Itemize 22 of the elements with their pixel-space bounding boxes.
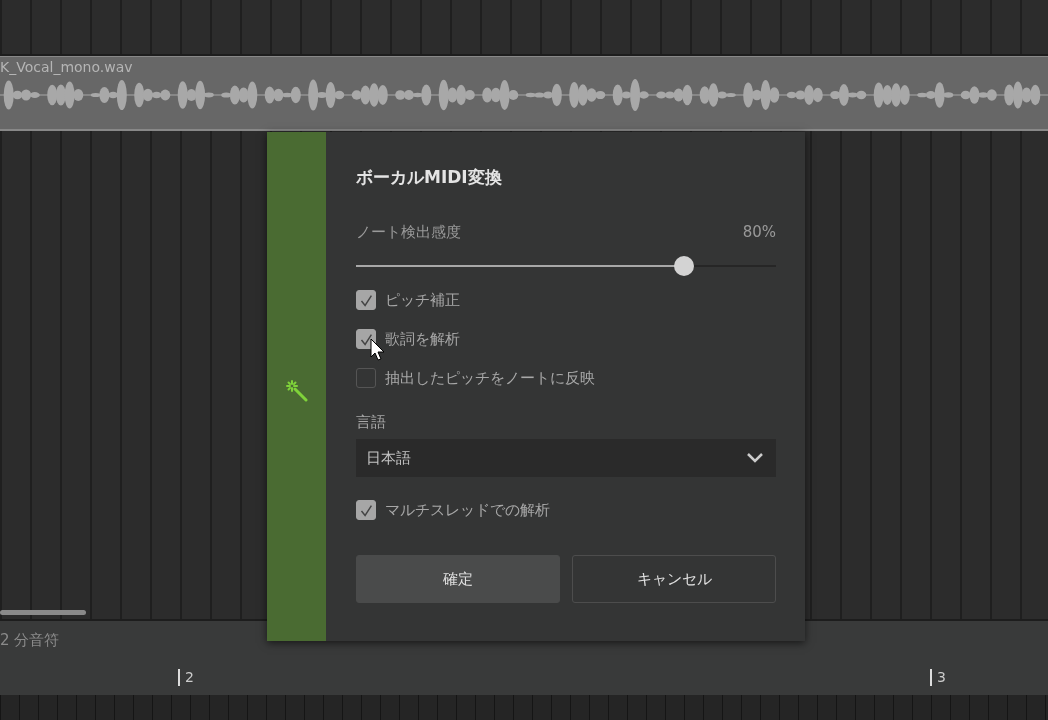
confirm-button[interactable]: 確定 [356, 555, 560, 603]
checkbox[interactable] [356, 368, 376, 388]
magic-wand-icon [285, 379, 308, 402]
slider-label: ノート検出感度 [356, 223, 461, 242]
language-label: 言語 [356, 413, 387, 432]
checkbox-label: マルチスレッドでの解析 [385, 500, 550, 520]
checkbox-label: 歌詞を解析 [385, 329, 460, 349]
checkbox[interactable] [356, 290, 376, 310]
dialog-title: ボーカルMIDI変換 [356, 166, 503, 189]
checkbox-label: ピッチ補正 [385, 290, 460, 310]
grid-resolution-label: 2 分音符 [0, 630, 60, 650]
scrollbar[interactable] [0, 610, 86, 615]
checkbox-label: 抽出したピッチをノートに反映 [385, 368, 595, 388]
chevron-down-icon [746, 452, 764, 464]
clip-name: K_Vocal_mono.wav [0, 59, 133, 75]
slider-thumb[interactable] [673, 256, 694, 276]
cancel-button[interactable]: キャンセル [572, 555, 776, 603]
checkbox[interactable] [356, 500, 376, 520]
slider-reading: 80% [742, 223, 776, 242]
language-dropdown[interactable]: 日本語 [356, 439, 776, 477]
pointer-icon [370, 338, 386, 362]
sensitivity-slider[interactable] [356, 256, 776, 276]
